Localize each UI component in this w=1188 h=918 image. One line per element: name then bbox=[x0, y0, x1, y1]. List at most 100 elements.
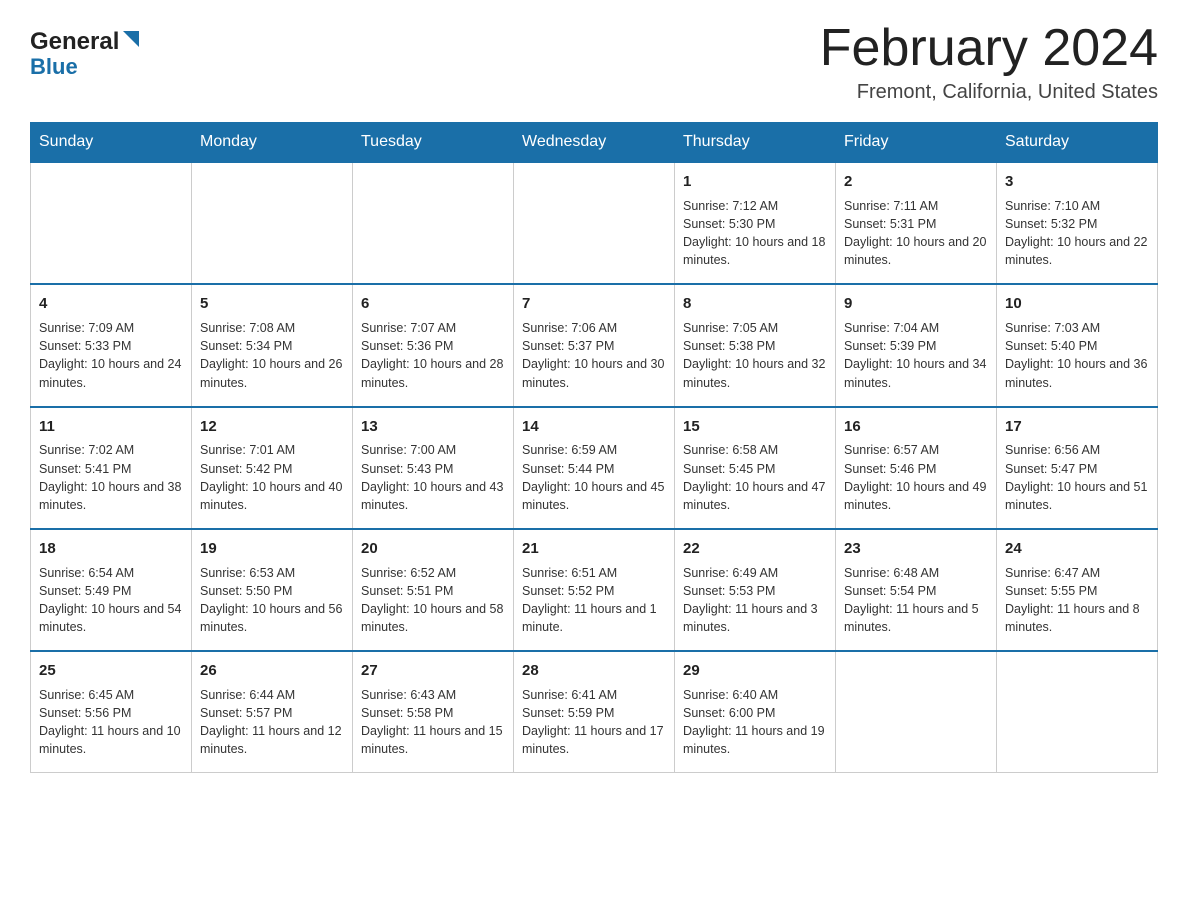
calendar-cell: 5 Sunrise: 7:08 AMSunset: 5:34 PMDaylight… bbox=[192, 284, 353, 406]
day-number: 13 bbox=[361, 416, 505, 438]
logo-blue-text: Blue bbox=[30, 54, 78, 80]
col-header-wednesday: Wednesday bbox=[514, 123, 675, 163]
day-number: 24 bbox=[1005, 538, 1149, 560]
calendar-cell: 12 Sunrise: 7:01 AMSunset: 5:42 PMDayligh… bbox=[192, 407, 353, 529]
day-number: 19 bbox=[200, 538, 344, 560]
calendar-cell bbox=[997, 651, 1158, 773]
calendar-cell: 19 Sunrise: 6:53 AMSunset: 5:50 PMDayligh… bbox=[192, 529, 353, 651]
day-number: 1 bbox=[683, 171, 827, 193]
calendar-cell: 4 Sunrise: 7:09 AMSunset: 5:33 PMDaylight… bbox=[31, 284, 192, 406]
day-info: Sunrise: 7:06 AMSunset: 5:37 PMDaylight:… bbox=[522, 319, 666, 392]
day-number: 15 bbox=[683, 416, 827, 438]
day-number: 9 bbox=[844, 293, 988, 315]
calendar-cell: 10Sunrise: 7:03 AMSunset: 5:40 PMDayligh… bbox=[997, 284, 1158, 406]
col-header-monday: Monday bbox=[192, 123, 353, 163]
day-number: 22 bbox=[683, 538, 827, 560]
calendar-cell bbox=[192, 162, 353, 284]
day-info: Sunrise: 6:59 AMSunset: 5:44 PMDaylight:… bbox=[522, 441, 666, 514]
calendar-cell: 23 Sunrise: 6:48 AMSunset: 5:54 PMDayligh… bbox=[836, 529, 997, 651]
day-info: Sunrise: 6:41 AMSunset: 5:59 PMDaylight:… bbox=[522, 686, 666, 759]
logo: General Blue bbox=[30, 20, 143, 80]
day-info: Sunrise: 6:43 AMSunset: 5:58 PMDaylight:… bbox=[361, 686, 505, 759]
col-header-thursday: Thursday bbox=[675, 123, 836, 163]
calendar-cell bbox=[353, 162, 514, 284]
day-number: 27 bbox=[361, 660, 505, 682]
day-info: Sunrise: 7:05 AMSunset: 5:38 PMDaylight:… bbox=[683, 319, 827, 392]
day-info: Sunrise: 7:04 AMSunset: 5:39 PMDaylight:… bbox=[844, 319, 988, 392]
calendar-cell: 14Sunrise: 6:59 AMSunset: 5:44 PMDayligh… bbox=[514, 407, 675, 529]
calendar-cell: 22 Sunrise: 6:49 AMSunset: 5:53 PMDayligh… bbox=[675, 529, 836, 651]
day-info: Sunrise: 7:11 AMSunset: 5:31 PMDaylight:… bbox=[844, 197, 988, 270]
calendar-cell: 28 Sunrise: 6:41 AMSunset: 5:59 PMDayligh… bbox=[514, 651, 675, 773]
calendar-cell: 20 Sunrise: 6:52 AMSunset: 5:51 PMDayligh… bbox=[353, 529, 514, 651]
calendar-cell: 6 Sunrise: 7:07 AMSunset: 5:36 PMDaylight… bbox=[353, 284, 514, 406]
day-info: Sunrise: 7:12 AMSunset: 5:30 PMDaylight:… bbox=[683, 197, 827, 270]
day-number: 26 bbox=[200, 660, 344, 682]
calendar-cell: 7 Sunrise: 7:06 AMSunset: 5:37 PMDaylight… bbox=[514, 284, 675, 406]
day-info: Sunrise: 7:01 AMSunset: 5:42 PMDaylight:… bbox=[200, 441, 344, 514]
day-info: Sunrise: 6:57 AMSunset: 5:46 PMDaylight:… bbox=[844, 441, 988, 514]
day-number: 28 bbox=[522, 660, 666, 682]
calendar-cell: 2 Sunrise: 7:11 AMSunset: 5:31 PMDaylight… bbox=[836, 162, 997, 284]
title-area: February 2024 Fremont, California, Unite… bbox=[820, 20, 1158, 104]
calendar-cell: 1 Sunrise: 7:12 AMSunset: 5:30 PMDaylight… bbox=[675, 162, 836, 284]
day-number: 12 bbox=[200, 416, 344, 438]
day-number: 3 bbox=[1005, 171, 1149, 193]
day-info: Sunrise: 6:47 AMSunset: 5:55 PMDaylight:… bbox=[1005, 564, 1149, 637]
day-number: 18 bbox=[39, 538, 183, 560]
day-info: Sunrise: 6:49 AMSunset: 5:53 PMDaylight:… bbox=[683, 564, 827, 637]
day-info: Sunrise: 7:09 AMSunset: 5:33 PMDaylight:… bbox=[39, 319, 183, 392]
day-info: Sunrise: 6:52 AMSunset: 5:51 PMDaylight:… bbox=[361, 564, 505, 637]
day-number: 16 bbox=[844, 416, 988, 438]
day-number: 25 bbox=[39, 660, 183, 682]
calendar-cell: 16 Sunrise: 6:57 AMSunset: 5:46 PMDayligh… bbox=[836, 407, 997, 529]
page-header: General Blue February 2024 Fremont, Cali… bbox=[30, 20, 1158, 104]
logo-arrow-icon bbox=[121, 29, 143, 56]
day-info: Sunrise: 6:58 AMSunset: 5:45 PMDaylight:… bbox=[683, 441, 827, 514]
calendar-header-row: SundayMondayTuesdayWednesdayThursdayFrid… bbox=[31, 123, 1158, 163]
day-number: 23 bbox=[844, 538, 988, 560]
calendar-week-row: 1 Sunrise: 7:12 AMSunset: 5:30 PMDaylight… bbox=[31, 162, 1158, 284]
day-number: 2 bbox=[844, 171, 988, 193]
day-number: 11 bbox=[39, 416, 183, 438]
calendar-cell: 24 Sunrise: 6:47 AMSunset: 5:55 PMDayligh… bbox=[997, 529, 1158, 651]
day-info: Sunrise: 6:40 AMSunset: 6:00 PMDaylight:… bbox=[683, 686, 827, 759]
day-number: 8 bbox=[683, 293, 827, 315]
calendar-cell: 9 Sunrise: 7:04 AMSunset: 5:39 PMDaylight… bbox=[836, 284, 997, 406]
col-header-saturday: Saturday bbox=[997, 123, 1158, 163]
day-info: Sunrise: 6:51 AMSunset: 5:52 PMDaylight:… bbox=[522, 564, 666, 637]
day-info: Sunrise: 7:00 AMSunset: 5:43 PMDaylight:… bbox=[361, 441, 505, 514]
calendar-cell: 27 Sunrise: 6:43 AMSunset: 5:58 PMDayligh… bbox=[353, 651, 514, 773]
day-number: 6 bbox=[361, 293, 505, 315]
calendar-cell: 11Sunrise: 7:02 AMSunset: 5:41 PMDayligh… bbox=[31, 407, 192, 529]
day-info: Sunrise: 6:56 AMSunset: 5:47 PMDaylight:… bbox=[1005, 441, 1149, 514]
calendar-cell bbox=[31, 162, 192, 284]
day-number: 20 bbox=[361, 538, 505, 560]
calendar-table: SundayMondayTuesdayWednesdayThursdayFrid… bbox=[30, 122, 1158, 773]
month-title: February 2024 bbox=[820, 20, 1158, 77]
day-number: 10 bbox=[1005, 293, 1149, 315]
day-info: Sunrise: 6:54 AMSunset: 5:49 PMDaylight:… bbox=[39, 564, 183, 637]
calendar-cell: 3 Sunrise: 7:10 AMSunset: 5:32 PMDaylight… bbox=[997, 162, 1158, 284]
calendar-week-row: 11Sunrise: 7:02 AMSunset: 5:41 PMDayligh… bbox=[31, 407, 1158, 529]
calendar-cell: 21 Sunrise: 6:51 AMSunset: 5:52 PMDayligh… bbox=[514, 529, 675, 651]
day-number: 5 bbox=[200, 293, 344, 315]
day-info: Sunrise: 6:53 AMSunset: 5:50 PMDaylight:… bbox=[200, 564, 344, 637]
calendar-cell: 8 Sunrise: 7:05 AMSunset: 5:38 PMDaylight… bbox=[675, 284, 836, 406]
calendar-cell: 15 Sunrise: 6:58 AMSunset: 5:45 PMDayligh… bbox=[675, 407, 836, 529]
day-info: Sunrise: 6:45 AMSunset: 5:56 PMDaylight:… bbox=[39, 686, 183, 759]
calendar-week-row: 25 Sunrise: 6:45 AMSunset: 5:56 PMDayligh… bbox=[31, 651, 1158, 773]
day-info: Sunrise: 7:07 AMSunset: 5:36 PMDaylight:… bbox=[361, 319, 505, 392]
day-info: Sunrise: 6:44 AMSunset: 5:57 PMDaylight:… bbox=[200, 686, 344, 759]
col-header-sunday: Sunday bbox=[31, 123, 192, 163]
day-number: 4 bbox=[39, 293, 183, 315]
day-info: Sunrise: 7:08 AMSunset: 5:34 PMDaylight:… bbox=[200, 319, 344, 392]
day-info: Sunrise: 6:48 AMSunset: 5:54 PMDaylight:… bbox=[844, 564, 988, 637]
day-number: 21 bbox=[522, 538, 666, 560]
day-number: 7 bbox=[522, 293, 666, 315]
calendar-cell: 18 Sunrise: 6:54 AMSunset: 5:49 PMDayligh… bbox=[31, 529, 192, 651]
calendar-cell bbox=[514, 162, 675, 284]
col-header-friday: Friday bbox=[836, 123, 997, 163]
day-info: Sunrise: 7:10 AMSunset: 5:32 PMDaylight:… bbox=[1005, 197, 1149, 270]
col-header-tuesday: Tuesday bbox=[353, 123, 514, 163]
